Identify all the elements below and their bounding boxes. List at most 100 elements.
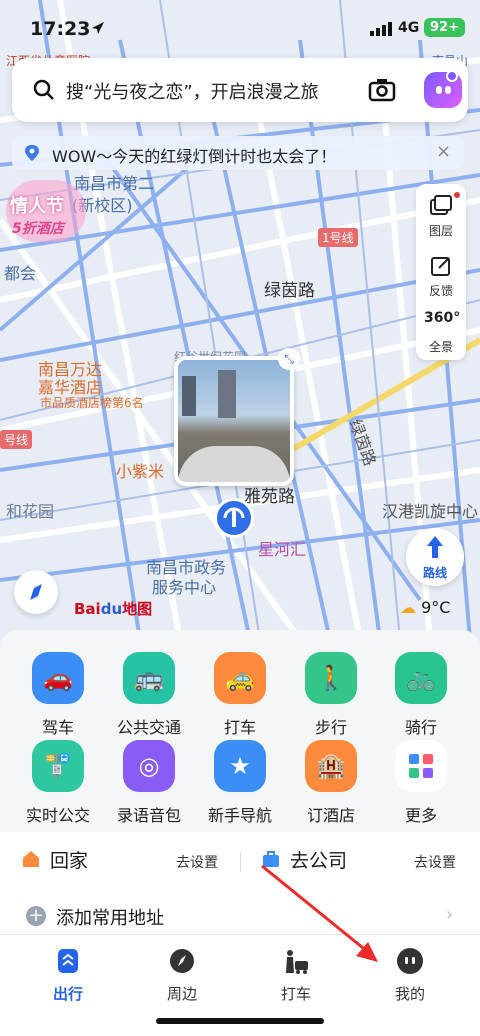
chevron-right-icon: › (446, 904, 454, 925)
tab-travel[interactable]: 出行 (28, 947, 108, 1004)
search-input[interactable]: 搜“光与夜之恋”，开启浪漫之旅 (66, 78, 319, 104)
home-icon (23, 851, 39, 867)
quick-action-realtime-bus[interactable]: 🚏 实时公交 (13, 740, 103, 826)
quick-action-label: 录语音包 (116, 806, 181, 825)
tip-banner[interactable]: WOW～今天的红绿灯倒计时也太会了！ × (12, 136, 464, 170)
add-common-address[interactable]: 添加常用地址 (56, 904, 164, 930)
add-icon: + (26, 906, 46, 926)
tab-label: 出行 (52, 985, 83, 1003)
map-label-lvyin-road[interactable]: 绿茵路 (264, 276, 315, 301)
map-label-hangang[interactable]: 汉港凯旋中心 (382, 498, 478, 522)
battery-indicator: 92+ (424, 18, 465, 37)
quick-action-label: 打车 (223, 718, 256, 737)
status-time: 17:23 (30, 18, 91, 40)
layers-button[interactable]: 图层 (416, 186, 466, 244)
map-side-toolbar: 图层 反馈 360° 全景 (416, 184, 466, 360)
tab-profile[interactable]: 我的 (370, 947, 450, 1004)
weather-badge[interactable]: ☁ 9°C (400, 598, 450, 617)
quick-action-label: 订酒店 (306, 806, 355, 825)
sun-cloud-icon: ☁ (400, 598, 416, 617)
tab-label: 打车 (280, 985, 311, 1003)
home-shortcut[interactable]: 回家 (50, 846, 88, 873)
search-bar[interactable]: 搜“光与夜之恋”，开启浪漫之旅 (12, 58, 468, 122)
quick-action-label: 驾车 (41, 718, 74, 737)
feedback-label: 反馈 (428, 284, 453, 298)
baidu-map-logo: Baidu地图 (74, 600, 153, 618)
location-arrow-icon (92, 22, 104, 34)
tab-nearby[interactable]: 周边 (142, 947, 222, 1004)
taxi-icon: 🚕 (214, 652, 266, 704)
weather-temp: 9°C (421, 598, 451, 617)
realtime-bus-icon: 🚏 (32, 740, 84, 792)
promo-title[interactable]: 情人节 (10, 192, 64, 218)
tab-label: 周边 (166, 985, 197, 1003)
quick-action-label: 骑行 (404, 718, 437, 737)
locate-button[interactable] (14, 570, 58, 614)
company-setup-link[interactable]: 去设置 (414, 852, 456, 872)
location-pin-icon (25, 145, 39, 161)
map-label-dushi: 都会 (4, 264, 37, 283)
expand-icon[interactable]: ⤡ (278, 348, 300, 370)
route-label: 路线 (422, 566, 447, 580)
quick-action-bike[interactable]: 🚲 骑行 (376, 652, 466, 738)
tab-label: 我的 (394, 985, 425, 1003)
camera-icon[interactable] (368, 77, 396, 103)
compass-icon (30, 584, 42, 600)
route-button[interactable]: 路线 (406, 528, 464, 586)
walk-icon: 🚶 (305, 652, 357, 704)
navigation-arrow-icon (223, 507, 245, 527)
quick-action-more[interactable]: 更多 (376, 740, 466, 826)
street-view-thumbnail[interactable] (174, 356, 294, 486)
notification-dot (446, 70, 458, 82)
quick-action-transit[interactable]: 🚌 公共交通 (104, 652, 194, 738)
car-icon: 🚗 (32, 652, 84, 704)
voice-pack-icon: ◎ (123, 740, 175, 792)
layers-label: 图层 (428, 224, 453, 238)
quick-action-label: 实时公交 (25, 806, 90, 825)
quick-action-beginner-nav[interactable]: ★ 新手导航 (195, 740, 285, 826)
feedback-icon (431, 257, 450, 276)
quick-action-drive[interactable]: 🚗 驾车 (13, 652, 103, 738)
home-setup-link[interactable]: 去设置 (176, 852, 218, 872)
tip-text: WOW～今天的红绿灯倒计时也太会了！ (52, 147, 337, 166)
close-icon[interactable]: × (436, 141, 451, 162)
search-icon (33, 79, 54, 100)
common-places-card: 回家 去设置 去公司 去设置 + 添加常用地址 › (0, 832, 480, 942)
map-label-school: 南昌市第二 (74, 174, 155, 193)
quick-action-label: 步行 (314, 718, 347, 737)
panorama-label: 全景 (428, 340, 453, 354)
network-type: 4G (398, 20, 420, 36)
current-location-marker (214, 498, 254, 538)
profile-icon (396, 947, 424, 975)
feedback-button[interactable]: 反馈 (416, 246, 466, 304)
layers-icon (430, 195, 452, 215)
bus-icon: 🚌 (123, 652, 175, 704)
layers-badge-dot (454, 192, 460, 198)
home-indicator (156, 1018, 324, 1024)
map-label-hotel-rank: 市品质酒店榜第6名 (40, 396, 144, 410)
panorama-360-icon: 360° (424, 310, 461, 326)
beginner-nav-icon: ★ (214, 740, 266, 792)
panorama-button[interactable]: 360° 全景 (416, 302, 466, 360)
route-arrow-icon (427, 536, 443, 558)
quick-action-hotel[interactable]: 🏨 订酒店 (286, 740, 376, 826)
map-label-line-left: 号线 (0, 430, 33, 449)
signal-icon (370, 22, 392, 36)
tab-taxi[interactable]: 打车 (256, 947, 336, 1004)
promo-subtitle[interactable]: 5折酒店 (12, 218, 64, 238)
quick-action-label: 更多 (404, 806, 437, 825)
bike-icon: 🚲 (395, 652, 447, 704)
map-label-xinghe[interactable]: 星河汇 (258, 536, 306, 560)
quick-action-voice-pack[interactable]: ◎ 录语音包 (104, 740, 194, 826)
map-label-xiaomi[interactable]: 小紫米 (116, 458, 164, 482)
travel-icon (54, 947, 82, 975)
company-shortcut[interactable]: 去公司 (290, 846, 347, 873)
quick-action-taxi[interactable]: 🚕 打车 (195, 652, 285, 738)
quick-action-walk[interactable]: 🚶 步行 (286, 652, 376, 738)
divider (240, 852, 241, 872)
quick-action-label: 新手导航 (207, 806, 272, 825)
map-label-garden: 和花园 (6, 502, 55, 521)
hotel-icon: 🏨 (305, 740, 357, 792)
quick-action-label: 公共交通 (116, 718, 181, 737)
more-grid-icon (395, 740, 447, 792)
